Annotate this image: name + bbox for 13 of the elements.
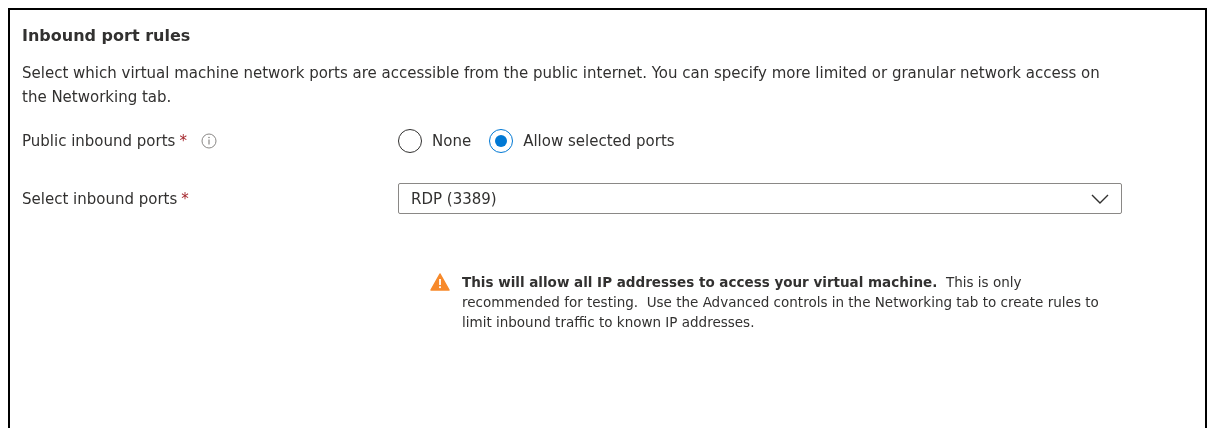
chevron-down-icon — [1091, 193, 1109, 204]
info-icon[interactable] — [200, 133, 217, 149]
section-title: Inbound port rules — [22, 26, 192, 45]
field-label: Select inbound ports — [22, 189, 178, 208]
ports-dropdown[interactable]: RDP (3389) — [398, 183, 1122, 214]
warning-message: This will allow all IP addresses to access your virtual machine. This is only recommended for testing. Use the Advanced controls in the Networking tab to create rules to limit inbound traffic to known IP addresses. — [462, 273, 1100, 332]
required-mark: * — [179, 132, 187, 150]
required-mark: * — [181, 189, 189, 208]
field-label: Public inbound ports — [22, 132, 176, 150]
section-description: Select which virtual machine network ports are accessible from the public internet. You can specify more limited or granular network access on the Networking tab. — [22, 63, 1101, 108]
radio-option[interactable]: Allow selected ports — [489, 129, 675, 153]
radio-option[interactable]: None — [398, 129, 472, 153]
warning-icon — [430, 273, 450, 291]
